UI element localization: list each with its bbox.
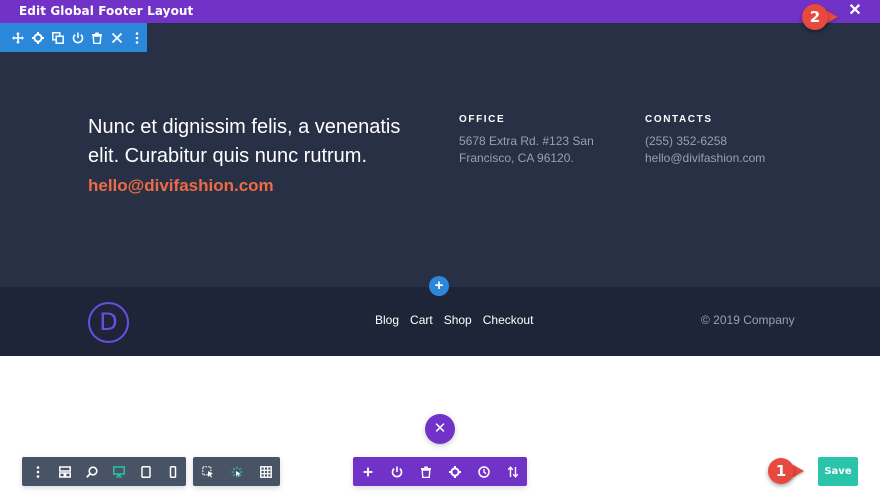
- page-settings-toolbar: [353, 457, 527, 486]
- office-address-line2: Francisco, CA 96120.: [459, 151, 574, 165]
- nav-link-cart[interactable]: Cart: [410, 313, 433, 327]
- wireframe-icon[interactable]: [51, 457, 78, 486]
- desktop-icon[interactable]: [105, 457, 132, 486]
- footer-nav: Blog Cart Shop Checkout: [375, 313, 544, 327]
- nav-link-blog[interactable]: Blog: [375, 313, 399, 327]
- gear-icon[interactable]: [440, 457, 469, 486]
- footer-headline: Nunc et dignissim felis, a venenatis eli…: [88, 116, 401, 167]
- power-icon[interactable]: [382, 457, 411, 486]
- hover-mode-icon[interactable]: [223, 457, 252, 486]
- trash-icon[interactable]: [87, 28, 107, 48]
- zoom-icon[interactable]: [78, 457, 105, 486]
- office-heading: OFFICE: [459, 114, 506, 125]
- more-icon[interactable]: [127, 28, 147, 48]
- more-icon[interactable]: [24, 457, 51, 486]
- logo[interactable]: D: [88, 302, 129, 343]
- move-icon[interactable]: [8, 28, 28, 48]
- contacts-email[interactable]: hello@divifashion.com: [645, 150, 765, 167]
- contacts-heading: CONTACTS: [645, 114, 713, 125]
- top-bar: Edit Global Footer Layout ✕: [0, 0, 880, 23]
- add-icon[interactable]: [353, 457, 382, 486]
- section-toolbar: [0, 23, 147, 52]
- office-address-line1: 5678 Extra Rd. #123 San: [459, 134, 594, 148]
- click-mode-icon[interactable]: [194, 457, 223, 486]
- save-button[interactable]: Save: [818, 457, 858, 486]
- history-icon[interactable]: [469, 457, 498, 486]
- gear-icon[interactable]: [28, 28, 48, 48]
- contacts-phone: (255) 352-6258: [645, 134, 728, 148]
- add-row-button[interactable]: +: [429, 276, 449, 296]
- power-icon[interactable]: [68, 28, 88, 48]
- close-icon[interactable]: ✕: [846, 2, 864, 20]
- grid-icon[interactable]: [251, 457, 280, 486]
- builder-stage: Edit Global Footer Layout ✕ Nunc et dign…: [0, 0, 880, 504]
- close-icon[interactable]: [107, 28, 127, 48]
- logo-letter: D: [99, 308, 118, 336]
- mode-toolbar: [193, 457, 280, 486]
- copyright: © 2019 Company: [701, 313, 795, 327]
- modal-title: Edit Global Footer Layout: [19, 4, 194, 18]
- nav-link-shop[interactable]: Shop: [444, 313, 472, 327]
- tablet-icon[interactable]: [132, 457, 159, 486]
- callout-number: 1: [768, 458, 794, 484]
- view-mode-toolbar: [22, 457, 186, 486]
- trash-icon[interactable]: [411, 457, 440, 486]
- phone-icon[interactable]: [159, 457, 186, 486]
- sort-icon[interactable]: [498, 457, 527, 486]
- footer-email-link[interactable]: hello@divifashion.com: [88, 176, 274, 196]
- callout-number: 2: [802, 4, 828, 30]
- nav-link-checkout[interactable]: Checkout: [483, 313, 534, 327]
- duplicate-icon[interactable]: [48, 28, 68, 48]
- close-settings-button[interactable]: ✕: [425, 414, 455, 444]
